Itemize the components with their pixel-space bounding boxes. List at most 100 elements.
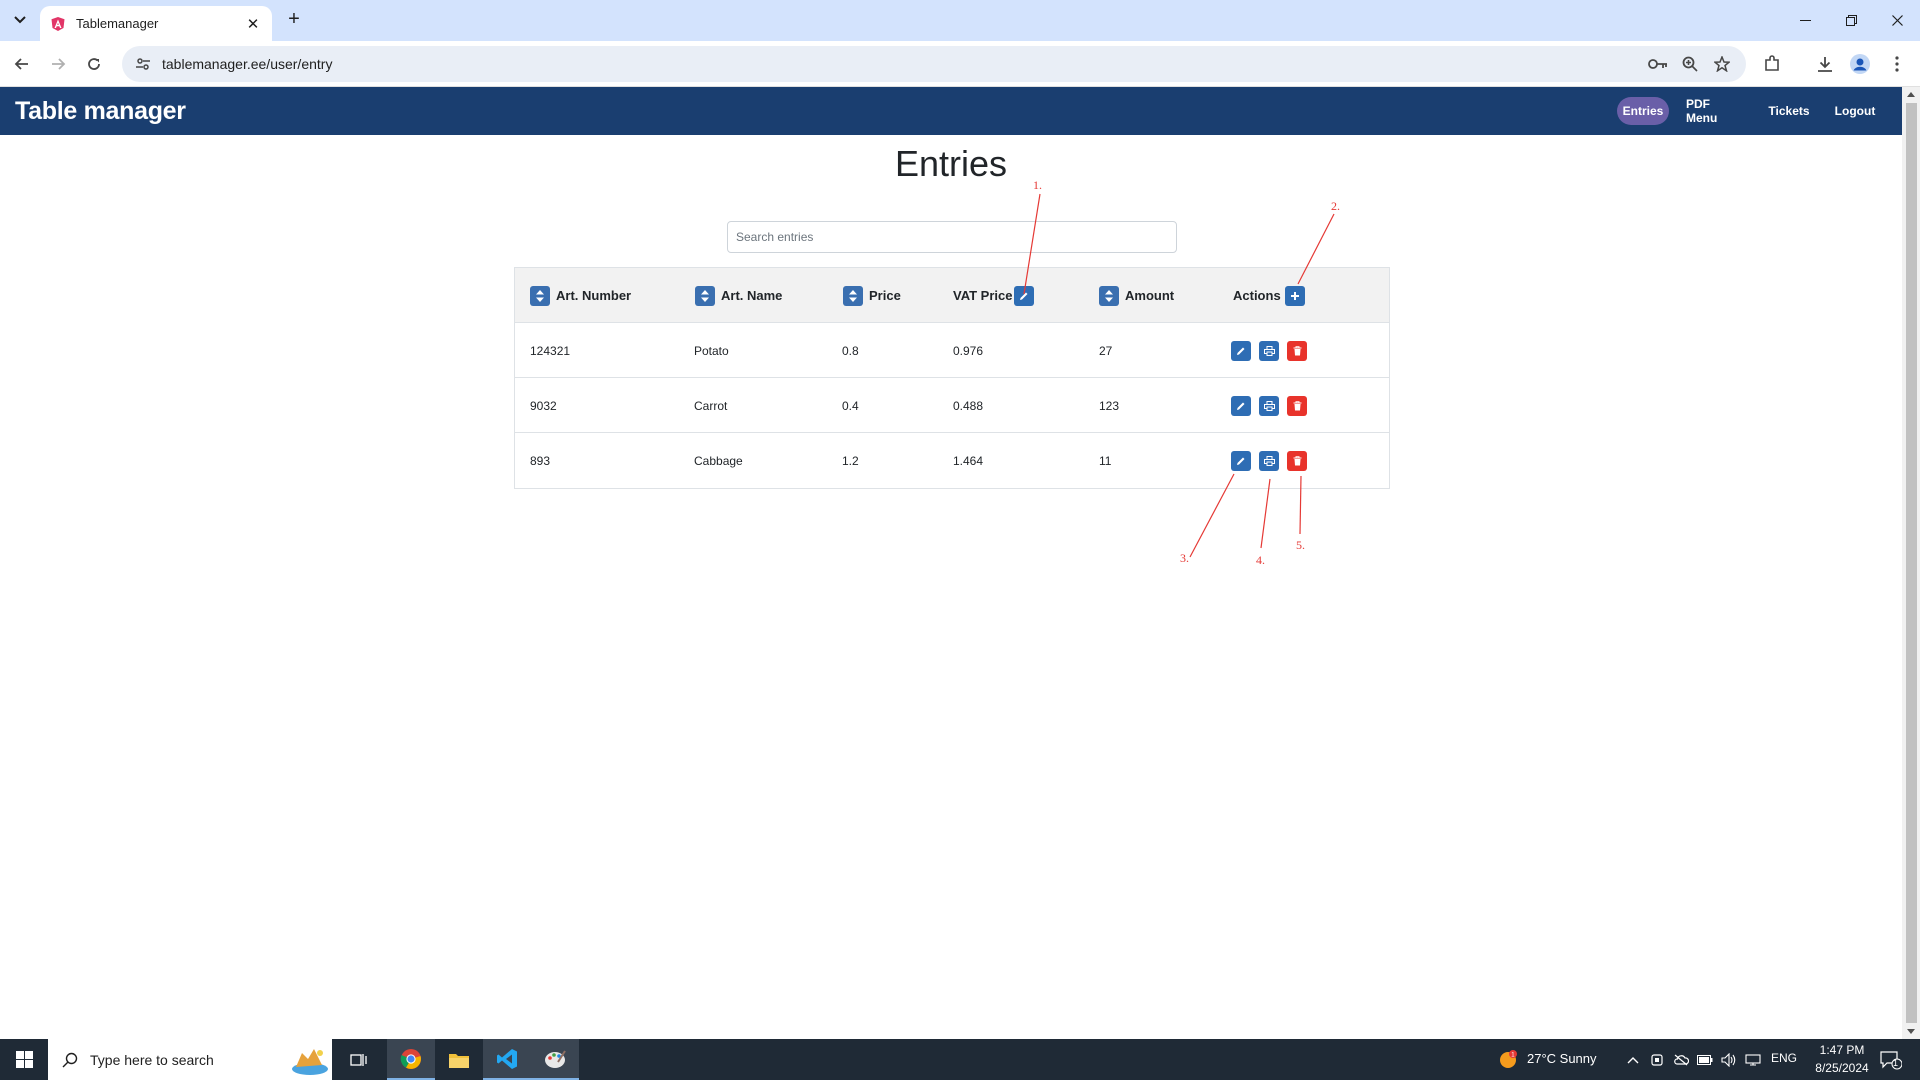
browser-toolbar: tablemanager.ee/user/entry — [0, 41, 1920, 87]
page-title: Entries — [894, 143, 1008, 184]
pencil-icon — [1020, 292, 1028, 300]
cell-vat-price: 0.488 — [953, 398, 984, 413]
minimize-icon — [1799, 19, 1811, 21]
add-entry-button[interactable] — [1284, 285, 1305, 306]
back-button[interactable] — [8, 50, 36, 78]
trash-icon — [1293, 401, 1301, 411]
delete-button[interactable] — [1287, 396, 1307, 416]
task-view-button[interactable] — [335, 1039, 383, 1080]
row-actions — [1231, 396, 1307, 416]
sort-amount-button[interactable] — [1099, 285, 1119, 306]
site-info-icon[interactable] — [134, 55, 152, 73]
chevron-down-icon — [14, 16, 26, 24]
cell-amount: 123 — [1099, 398, 1120, 413]
nav-pdf-menu[interactable]: PDF Menu — [1686, 97, 1744, 125]
bookmark-star-icon[interactable] — [1712, 54, 1732, 74]
app-navbar: Table manager Entries PDF Menu Tickets L… — [0, 87, 1902, 135]
edit-button[interactable] — [1231, 396, 1251, 416]
zoom-icon[interactable] — [1680, 54, 1700, 74]
scroll-thumb[interactable] — [1906, 103, 1917, 1023]
edit-vat-button[interactable] — [1014, 285, 1035, 306]
delete-button[interactable] — [1287, 451, 1307, 471]
cell-vat-price: 1.464 — [953, 453, 984, 468]
header-label: Price — [869, 288, 901, 303]
arrow-left-icon — [14, 58, 28, 70]
browser-tab[interactable]: Tablemanager ✕ — [40, 6, 272, 41]
brand-logo[interactable]: Table manager — [15, 97, 186, 126]
nav-tickets[interactable]: Tickets — [1766, 97, 1812, 125]
network-icon[interactable] — [1744, 1051, 1762, 1069]
scroll-down-icon[interactable] — [1907, 1029, 1915, 1034]
close-window-button[interactable] — [1874, 0, 1920, 41]
extensions-icon[interactable] — [1761, 53, 1783, 75]
weather-text[interactable]: 27°C Sunny — [1527, 1051, 1597, 1066]
header-price: Price — [843, 268, 901, 323]
print-button[interactable] — [1259, 396, 1279, 416]
reload-button[interactable] — [80, 50, 108, 78]
sort-price-button[interactable] — [843, 285, 863, 306]
annotation-line-4 — [1260, 478, 1271, 549]
printer-icon — [1263, 346, 1275, 356]
header-label: Art. Number — [556, 288, 632, 303]
minimize-button[interactable] — [1782, 0, 1828, 41]
tab-close-icon[interactable]: ✕ — [244, 15, 262, 33]
taskbar-paint[interactable] — [531, 1039, 579, 1080]
address-bar[interactable]: tablemanager.ee/user/entry — [122, 46, 1746, 82]
print-button[interactable] — [1259, 451, 1279, 471]
start-button[interactable] — [0, 1039, 48, 1080]
new-tab-button[interactable]: + — [282, 8, 306, 32]
tab-title: Tablemanager — [76, 16, 159, 31]
sort-icon — [536, 289, 544, 302]
cell-price: 1.2 — [842, 453, 859, 468]
onedrive-icon[interactable] — [1672, 1051, 1690, 1069]
meet-now-icon[interactable] — [1648, 1051, 1666, 1069]
cell-vat-price: 0.976 — [953, 343, 984, 358]
taskbar-search[interactable]: Type here to search — [48, 1039, 332, 1080]
delete-button[interactable] — [1287, 341, 1307, 361]
entries-table: Art. Number Art. Name Price VAT Price Am… — [514, 267, 1390, 489]
edit-button[interactable] — [1231, 341, 1251, 361]
volume-icon[interactable] — [1720, 1051, 1738, 1069]
header-label: Actions — [1233, 288, 1281, 303]
language-indicator[interactable]: ENG — [1771, 1051, 1797, 1065]
windows-taskbar: Type here to search 1 27°C Sunny ENG 1:4… — [0, 1039, 1920, 1080]
weather-icon[interactable]: 1 — [1497, 1049, 1519, 1071]
sort-icon — [1105, 289, 1113, 302]
nav-entries[interactable]: Entries — [1617, 97, 1669, 125]
notification-icon[interactable] — [1879, 1050, 1903, 1070]
tab-search-button[interactable] — [8, 8, 32, 32]
search-input[interactable] — [727, 221, 1177, 253]
annotation-label-1: 1. — [1033, 178, 1042, 192]
edit-button[interactable] — [1231, 451, 1251, 471]
table-row: 893 Cabbage 1.2 1.464 11 — [515, 433, 1389, 488]
clock-time[interactable]: 1:47 PM — [1812, 1043, 1872, 1057]
profile-avatar-icon[interactable] — [1849, 53, 1871, 75]
kebab-menu-icon[interactable] — [1886, 53, 1908, 75]
table-row: 9032 Carrot 0.4 0.488 123 — [515, 378, 1389, 433]
nav-logout[interactable]: Logout — [1832, 97, 1878, 125]
header-label: Amount — [1125, 288, 1175, 303]
cell-price: 0.8 — [842, 343, 859, 358]
cell-art-name: Carrot — [694, 398, 728, 413]
page-scrollbar[interactable] — [1902, 87, 1920, 1039]
angular-icon — [51, 16, 65, 31]
taskbar-file-explorer[interactable] — [435, 1039, 483, 1080]
annotation-label-4: 4. — [1256, 553, 1265, 567]
chevron-up-icon[interactable] — [1624, 1051, 1642, 1069]
password-key-icon[interactable] — [1648, 54, 1668, 74]
taskbar-vscode[interactable] — [483, 1039, 531, 1080]
printer-icon — [1263, 456, 1275, 466]
folder-icon — [449, 1053, 469, 1068]
downloads-icon[interactable] — [1814, 53, 1836, 75]
sort-art-name-button[interactable] — [695, 285, 715, 306]
sort-art-number-button[interactable] — [530, 285, 550, 306]
row-actions — [1231, 451, 1307, 471]
clock-date[interactable]: 8/25/2024 — [1804, 1061, 1880, 1075]
print-button[interactable] — [1259, 341, 1279, 361]
scroll-up-icon[interactable] — [1907, 92, 1915, 97]
taskbar-chrome[interactable] — [387, 1039, 435, 1080]
forward-button[interactable] — [44, 50, 72, 78]
battery-icon[interactable] — [1696, 1051, 1714, 1069]
restore-button[interactable] — [1828, 0, 1874, 41]
header-label: Art. Name — [721, 288, 783, 303]
